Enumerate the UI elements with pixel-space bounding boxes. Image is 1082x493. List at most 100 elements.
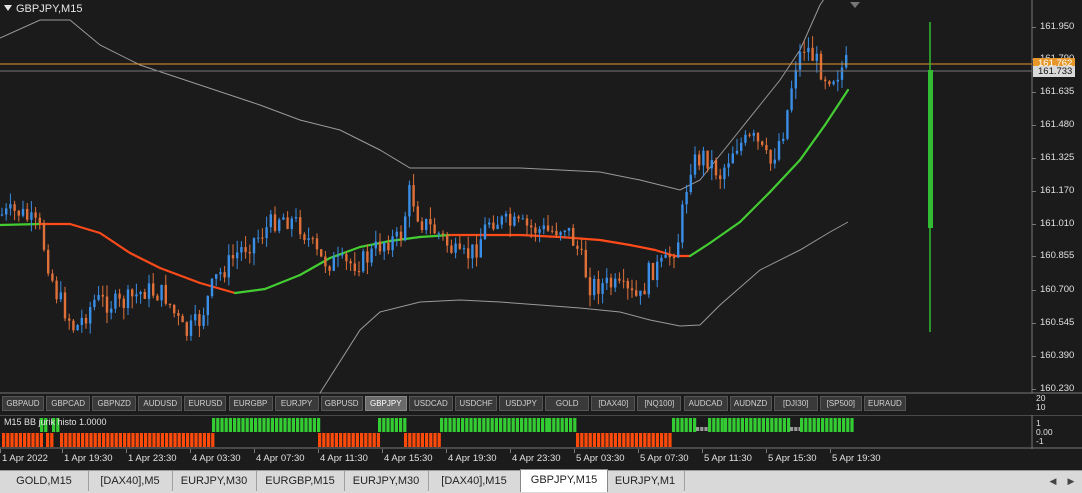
histogram-bar	[630, 433, 634, 447]
tab-scroll-left-icon[interactable]: ◀	[1046, 474, 1060, 488]
histogram-bar	[403, 418, 407, 432]
histogram-bar	[233, 418, 237, 432]
symbol-button-usdchf[interactable]: USDCHF	[455, 396, 497, 411]
candle-body	[152, 283, 155, 296]
histogram-bar	[486, 418, 490, 432]
candle-body	[735, 150, 739, 154]
symbol-button-eurgbp[interactable]: EURGBP	[228, 396, 273, 411]
histogram-bar	[304, 418, 308, 432]
candle-body	[731, 153, 734, 164]
candle-body	[559, 232, 562, 236]
symbol-button-audusd[interactable]: AUDUSD	[138, 396, 183, 411]
histogram-bar	[144, 433, 148, 447]
symbol-button-gbpcad[interactable]: GBPCAD	[46, 396, 91, 411]
candle-body	[504, 213, 508, 217]
candle-body	[740, 142, 743, 151]
candle-body	[173, 304, 176, 314]
symbol-button-eurjpy[interactable]: EURJPY	[274, 396, 319, 411]
candle-body	[328, 266, 331, 271]
candle-body	[832, 81, 835, 85]
price-tick-mark	[1032, 92, 1036, 93]
histogram-bar	[254, 418, 258, 432]
histogram-bar	[740, 418, 744, 432]
candle-body	[51, 273, 54, 281]
histogram-bar	[720, 418, 724, 432]
time-tick-mark	[510, 449, 511, 453]
candle-body	[353, 263, 356, 271]
jurik-histogram[interactable]	[0, 415, 1082, 449]
symbol-button-audcad[interactable]: AUDCAD	[683, 396, 728, 411]
price-tick: 161.170	[1040, 185, 1075, 196]
symbol-button-dji30[interactable]: [DJI30]	[773, 396, 818, 411]
histogram-bar	[378, 418, 382, 432]
candle	[786, 109, 789, 141]
candle-body	[76, 325, 79, 331]
candle-body	[248, 252, 251, 254]
histogram-bar	[837, 418, 841, 432]
symbol-button-nq100[interactable]: [NQ100]	[637, 396, 682, 411]
price-tick-mark	[1032, 323, 1036, 324]
symbol-button-gbpnzd[interactable]: GBPNZD	[92, 396, 137, 411]
symbol-button-dax40[interactable]: [DAX40]	[591, 396, 636, 411]
candle-body	[677, 242, 680, 258]
symbol-button-gbpjpy[interactable]: GBPJPY	[364, 396, 407, 411]
candle-body	[782, 138, 785, 141]
histogram-bar	[693, 418, 697, 432]
chart-tab[interactable]: EURJPY,M1	[606, 471, 685, 491]
candle-body	[215, 274, 218, 279]
chart-tab[interactable]: GBPJPY,M15	[520, 469, 608, 492]
price-tick-mark	[1032, 356, 1036, 357]
chart-tab[interactable]: [DAX40],M5	[88, 471, 173, 491]
histogram-bar	[448, 418, 452, 432]
tab-scroll-right-icon[interactable]: ▶	[1064, 474, 1078, 488]
histogram-bar	[360, 433, 364, 447]
chart-tab[interactable]: EURJPY,M30	[344, 471, 429, 491]
symbol-button-eurusd[interactable]: EURUSD	[184, 396, 227, 411]
histogram-bar	[270, 418, 274, 432]
candle-body	[530, 225, 533, 228]
candle-body	[551, 230, 554, 232]
candle-body	[412, 185, 415, 207]
histogram-bar	[27, 433, 31, 447]
price-tick-mark	[1032, 389, 1036, 390]
histogram-bar	[700, 427, 704, 431]
symbol-button-usdjpy[interactable]: USDJPY	[499, 396, 544, 411]
histogram-bar	[152, 433, 156, 447]
histogram-bar	[816, 418, 820, 432]
chart-menu-triangle-icon[interactable]	[4, 5, 12, 11]
time-label: 1 Apr 23:30	[128, 453, 177, 464]
histogram-bar	[724, 418, 728, 432]
histogram-bar	[10, 433, 14, 447]
symbol-button-sp500[interactable]: [SP500]	[819, 396, 862, 411]
chart-tab[interactable]: GOLD,M15	[0, 471, 89, 491]
candle-body	[299, 217, 302, 235]
chart-title[interactable]: GBPJPY,M15	[4, 3, 82, 15]
price-tick-mark	[1032, 256, 1036, 257]
chart-tab[interactable]: [DAX40],M15	[428, 471, 521, 491]
candle-body	[467, 248, 470, 259]
symbol-button-gold[interactable]: GOLD	[545, 396, 590, 411]
candle-body	[513, 216, 516, 226]
symbol-button-usdcad[interactable]: USDCAD	[408, 396, 453, 411]
chart-tab[interactable]: EURGBP,M15	[256, 471, 345, 491]
candle-body	[828, 81, 831, 85]
symbol-button-euraud[interactable]: EURAUD	[863, 396, 906, 411]
histogram-bar	[647, 433, 651, 447]
histogram-bar	[465, 418, 469, 432]
price-chart[interactable]	[0, 0, 1082, 395]
candle-body	[660, 257, 663, 262]
symbol-button-bar: GBPAUD GBPCAD GBPNZD AUDUSD EURUSD EURGBP EURJ…	[2, 395, 1030, 413]
histogram-bar	[241, 418, 245, 432]
histogram-bar	[351, 433, 355, 447]
candle-body	[345, 254, 348, 262]
symbol-button-audnzd[interactable]: AUDNZD	[729, 396, 772, 411]
candle	[819, 50, 823, 81]
histogram-bar	[266, 418, 270, 432]
symbol-button-gbpaud[interactable]: GBPAUD	[2, 396, 44, 411]
histogram-bar	[829, 418, 833, 432]
candle	[210, 278, 214, 299]
chart-tab[interactable]: EURJPY,M30	[172, 471, 257, 491]
symbol-button-gbpusd[interactable]: GBPUSD	[320, 396, 363, 411]
histogram-bar	[704, 427, 708, 431]
histogram-bar	[766, 418, 770, 432]
